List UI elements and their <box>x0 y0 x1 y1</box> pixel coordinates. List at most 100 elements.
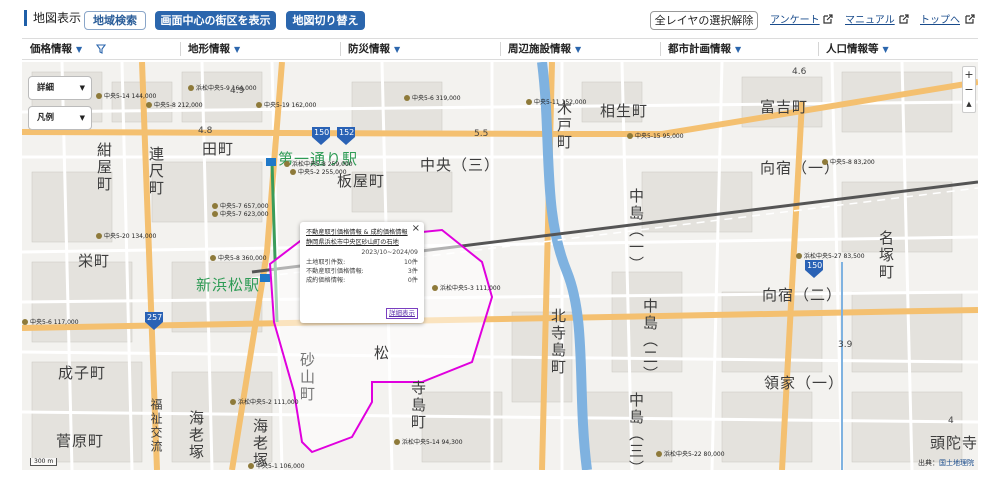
detail-display-button[interactable]: 詳細表示 <box>386 308 418 319</box>
price-point[interactable]: 中央5-8 360,000 <box>210 253 267 262</box>
town-label: 田町 <box>202 140 235 158</box>
price-point[interactable]: 中央5-2 255,000 <box>290 167 347 176</box>
legend-dropdown[interactable]: 凡例 ▼ <box>28 106 92 130</box>
category-disaster[interactable]: 防災情報 ▼ <box>348 39 400 59</box>
row-value: 10件 <box>403 259 418 266</box>
row-label: 不動産取引価格情報: <box>306 268 364 275</box>
elevation-point: 4.6 <box>792 67 807 77</box>
compass-icon[interactable]: ▲ <box>963 97 975 112</box>
town-label: 砂山町 <box>298 352 316 403</box>
external-link-icon <box>965 14 975 24</box>
price-point[interactable]: 中央5-6 117,000 <box>22 317 79 326</box>
period-text: 2023/10~2024/09 <box>361 249 418 256</box>
route-number: 150 <box>314 128 330 137</box>
popup-row: 不動産取引価格情報: 3件 <box>306 267 418 276</box>
town-label: 中央（三） <box>420 156 501 174</box>
divider <box>180 42 181 56</box>
top-page-link[interactable]: トップへ <box>920 14 960 28</box>
town-label: 名塚町 <box>877 230 895 281</box>
detail-dropdown[interactable]: 詳細 ▼ <box>28 76 92 100</box>
filter-icon[interactable] <box>96 44 106 54</box>
station-marker <box>266 158 276 166</box>
price-point[interactable]: 中央5-19 162,000 <box>256 100 316 109</box>
app-root: 地図表示 地域検索 画面中心の街区を表示 地図切り替え 全レイヤの選択解除 アン… <box>0 0 1000 480</box>
attribution: 出典：国土地理院 <box>918 458 974 468</box>
zoom-in-button[interactable]: + <box>963 67 975 82</box>
elevation-point: 3.9 <box>838 340 853 350</box>
category-urban-planning[interactable]: 都市計画情報 ▼ <box>668 39 741 59</box>
caret-down-icon: ▼ <box>882 45 889 54</box>
category-population[interactable]: 人口情報等 ▼ <box>826 39 889 59</box>
divider <box>818 42 819 56</box>
page-title: 地図表示 <box>24 10 81 26</box>
category-price[interactable]: 価格情報 ▼ <box>30 39 106 59</box>
show-center-block-button[interactable]: 画面中心の街区を表示 <box>155 11 276 30</box>
popup-row: 成約価格情報: 0件 <box>306 276 418 285</box>
row-value: 3件 <box>407 268 418 275</box>
divider <box>660 42 661 56</box>
scale-bar: 300 m <box>30 458 58 466</box>
town-label: 富吉町 <box>760 98 809 116</box>
map-canvas[interactable]: 150 152 150 257 相生町 富吉町 向宿（一） 向宿（二） 板屋町 … <box>22 62 978 470</box>
zoom-out-button[interactable]: − <box>963 82 975 97</box>
row-value: 0件 <box>407 277 418 284</box>
category-label: 地形情報 <box>188 43 230 55</box>
price-point[interactable]: 中央5-15 95,000 <box>627 131 684 140</box>
clear-all-layers-button[interactable]: 全レイヤの選択解除 <box>650 11 758 30</box>
station-marker <box>260 274 270 282</box>
price-point[interactable]: 中央5-6 319,000 <box>404 93 461 102</box>
price-point[interactable]: 中央5-8 83,200 <box>822 157 875 166</box>
price-point[interactable]: 浜松中央5-27 83,500 <box>796 251 865 260</box>
attribution-source-link[interactable]: 国土地理院 <box>939 459 974 467</box>
town-label: 領家（一） <box>764 374 845 392</box>
price-point[interactable]: 浜松中央5-9 164,000 <box>188 83 257 92</box>
caret-down-icon: ▼ <box>79 114 85 122</box>
location-link[interactable]: 静岡県浜松市中央区砂山町の石地 <box>306 238 418 248</box>
info-popup: × 不動産取引価格情報 & 成約価格情報 静岡県浜松市中央区砂山町の石地 202… <box>300 222 424 323</box>
elevation-point: 5.5 <box>474 129 489 139</box>
price-point[interactable]: 中央5-11 152,000 <box>526 97 586 106</box>
zoom-control: + − ▲ <box>962 66 976 113</box>
price-point[interactable]: 浜松中央5-22 80,000 <box>656 449 725 458</box>
price-point[interactable]: 中央5-1 106,000 <box>248 461 305 470</box>
town-label: 菅原町 <box>56 432 105 450</box>
town-label: 松 <box>374 344 391 362</box>
town-label: 中島（二） <box>641 298 659 383</box>
category-label: 人口情報等 <box>826 43 879 55</box>
price-point[interactable]: 浜松中央5-14 94,300 <box>394 437 463 446</box>
town-label: 相生町 <box>600 102 649 120</box>
elevation-point: 4.8 <box>198 126 213 136</box>
external-link-icon <box>823 14 833 24</box>
caret-down-icon: ▼ <box>394 45 401 54</box>
category-label: 周辺施設情報 <box>508 43 571 55</box>
town-label: 紺屋町 <box>95 142 113 193</box>
manual-link[interactable]: マニュアル <box>845 14 895 28</box>
category-terrain[interactable]: 地形情報 ▼ <box>188 39 240 59</box>
switch-map-button[interactable]: 地図切り替え <box>286 11 365 30</box>
row-label: 成約価格情報: <box>306 277 346 284</box>
caret-down-icon: ▼ <box>735 45 742 54</box>
price-point[interactable]: 中央5-14 144,000 <box>96 91 156 100</box>
close-icon[interactable]: × <box>412 223 420 234</box>
category-facilities[interactable]: 周辺施設情報 ▼ <box>508 39 581 59</box>
town-label: 連尺町 <box>147 146 165 197</box>
transaction-price-link[interactable]: 不動産取引価格情報 & 成約価格情報 <box>306 228 418 238</box>
station-label: 新浜松駅 <box>196 276 261 294</box>
caret-down-icon: ▼ <box>234 45 241 54</box>
price-point[interactable]: 浜松中央5-2 111,000 <box>230 397 299 406</box>
price-point[interactable]: 中央5-20 134,000 <box>96 231 156 240</box>
map-base-layer <box>22 62 978 470</box>
price-point[interactable]: 中央5-7 623,000 <box>212 209 269 218</box>
route-number: 257 <box>147 313 163 322</box>
area-search-button[interactable]: 地域検索 <box>84 11 146 30</box>
divider <box>500 42 501 56</box>
elevation-point: 4 <box>948 416 954 426</box>
price-point[interactable]: 浜松中央5-3 111,000 <box>432 283 501 292</box>
detail-label: 詳細 <box>37 83 55 93</box>
price-point[interactable]: 中央5-8 212,000 <box>146 100 203 109</box>
town-label: 成子町 <box>58 364 107 382</box>
survey-link[interactable]: アンケート <box>770 14 820 28</box>
category-label: 都市計画情報 <box>668 43 731 55</box>
town-label: 中島（三） <box>627 392 645 470</box>
external-link-icon <box>899 14 909 24</box>
